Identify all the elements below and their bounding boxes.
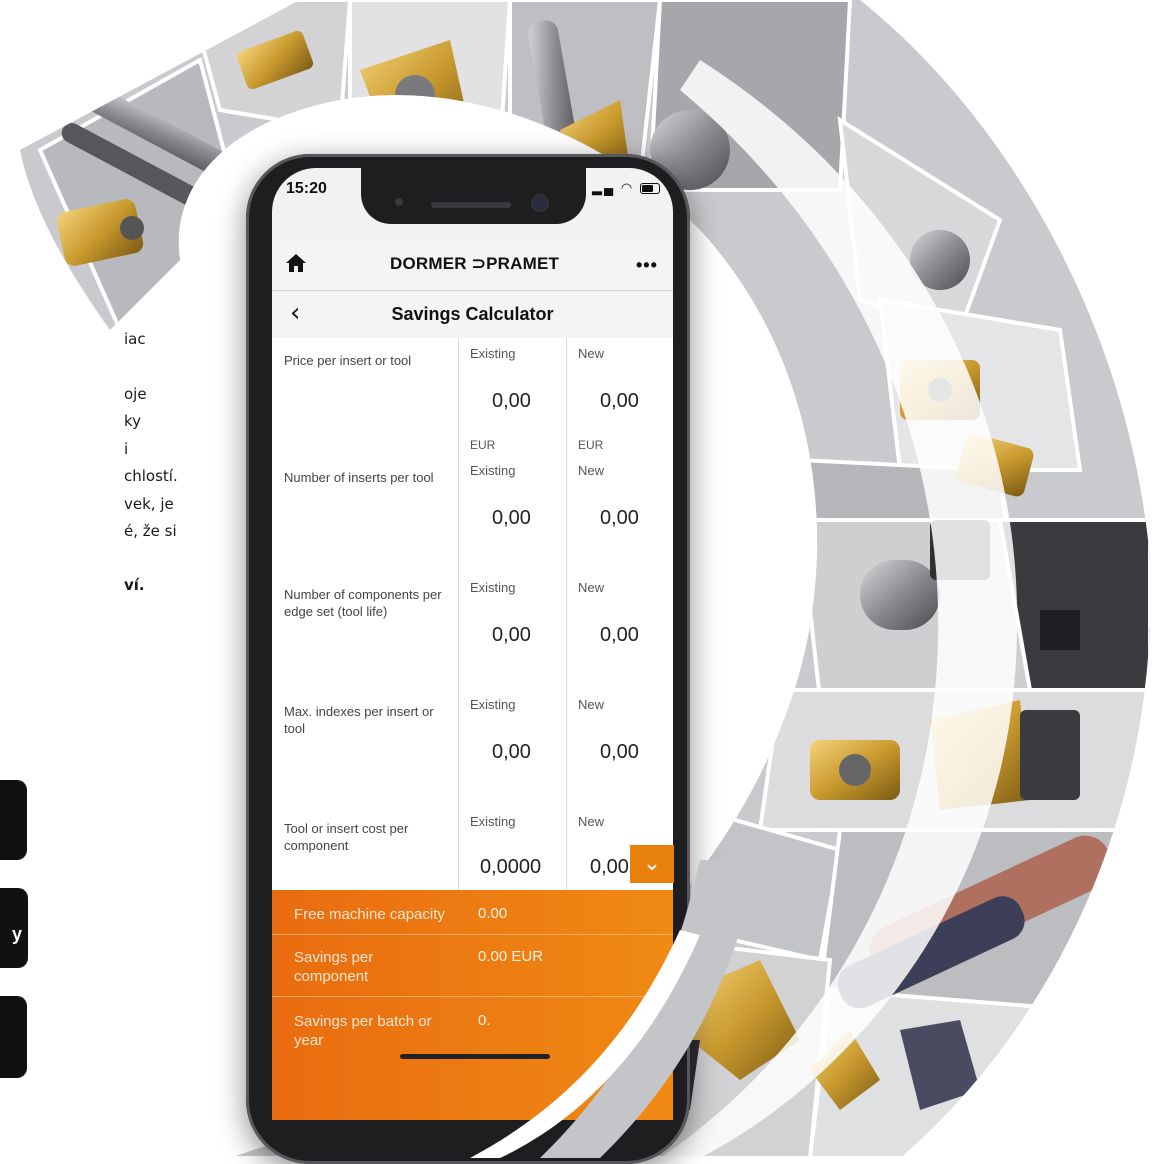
collage-overlay (470, 860, 760, 1158)
